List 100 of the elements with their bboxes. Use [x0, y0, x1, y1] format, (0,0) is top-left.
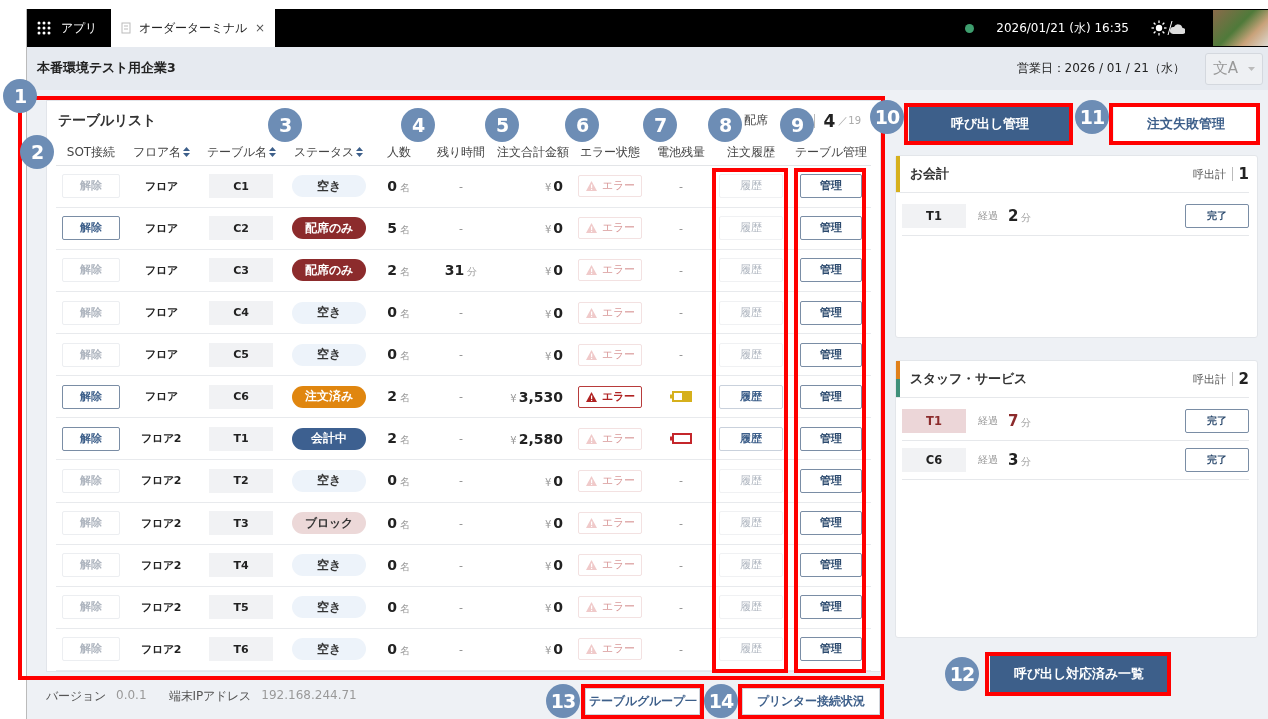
guest-count: 0 名: [387, 177, 410, 195]
floor-name: フロア: [144, 220, 178, 236]
ip-address: 192.168.244.71: [261, 688, 357, 702]
column-header: SOT接続: [66, 143, 116, 161]
table-name: T1: [902, 204, 966, 228]
status-badge: 空き: [291, 638, 366, 661]
floor-name: フロア2: [140, 473, 182, 489]
column-header[interactable]: フロア名: [132, 143, 190, 161]
order-total: ¥0: [544, 557, 564, 574]
remaining-time: -: [459, 306, 463, 319]
history-button[interactable]: 履歴: [719, 426, 783, 451]
status-badge: 空き: [291, 343, 366, 366]
warning-icon: [585, 475, 597, 486]
elapsed-label: 経過: [978, 414, 998, 428]
battery-level: -: [679, 642, 683, 656]
status-badge: 空き: [291, 596, 366, 619]
ip-label: 端末IPアドレス: [168, 688, 252, 705]
manage-button[interactable]: 管理: [800, 342, 862, 367]
photo-placeholder: [1213, 10, 1268, 46]
call-total-label: 呼出計: [1192, 371, 1226, 387]
battery-level: -: [679, 306, 683, 319]
column-header[interactable]: テーブル名: [206, 143, 276, 161]
manage-button[interactable]: 管理: [800, 511, 862, 536]
seated-count: 4: [823, 110, 836, 131]
warning-icon: [585, 181, 597, 192]
panel-tab[interactable]: 呼び出し管理: [909, 107, 1070, 141]
handled-list-button[interactable]: 呼び出し対応済み一覧: [990, 656, 1168, 692]
table-total: ／19: [838, 113, 861, 128]
remaining-time: -: [459, 474, 463, 488]
warning-icon: [585, 644, 597, 655]
warning-icon: [585, 433, 597, 444]
manage-button[interactable]: 管理: [800, 384, 862, 409]
manage-button[interactable]: 管理: [800, 426, 862, 451]
order-total: ¥0: [544, 472, 564, 489]
remaining-time: -: [459, 432, 463, 446]
manage-button[interactable]: 管理: [800, 637, 862, 662]
battery-level: -: [679, 600, 683, 614]
error-button[interactable]: エラー: [578, 385, 642, 408]
table-name: C3: [209, 258, 273, 283]
release-button[interactable]: 解除: [62, 384, 120, 409]
floor-name: フロア2: [140, 641, 182, 657]
guest-count: 2 名: [387, 261, 410, 279]
status-badge: 空き: [291, 175, 366, 198]
panel-tab[interactable]: 注文失敗管理: [1114, 107, 1257, 141]
manage-button[interactable]: 管理: [800, 216, 862, 241]
warning-icon: [585, 265, 597, 276]
call-total: 2: [1238, 370, 1249, 388]
status-badge: 会計中: [291, 427, 366, 450]
floor-name: フロア: [144, 347, 178, 363]
app-tab[interactable]: オーダーターミナル ×: [111, 9, 276, 47]
floor-name: フロア: [144, 178, 178, 194]
table-name: C2: [209, 216, 273, 241]
app-menu-label[interactable]: アプリ: [61, 19, 97, 37]
column-header: 注文履歴: [727, 143, 775, 161]
release-button[interactable]: 解除: [62, 426, 120, 451]
column-header: 人数: [386, 143, 411, 161]
floor-name: フロア2: [140, 431, 182, 447]
manage-button[interactable]: 管理: [800, 258, 862, 283]
complete-button[interactable]: 完了: [1185, 409, 1249, 433]
guest-count: 0 名: [387, 514, 410, 532]
sun-cloud-icon: [1151, 19, 1185, 37]
order-total: ¥0: [544, 304, 564, 321]
warning-icon: [585, 307, 597, 318]
manage-button[interactable]: 管理: [800, 553, 862, 578]
status-badge: ブロック: [291, 512, 366, 535]
call-total: 1: [1238, 165, 1249, 183]
elapsed-minutes: 2 分: [1008, 207, 1032, 225]
panel-title: テーブルリスト: [58, 111, 156, 130]
guest-count: 0 名: [387, 598, 410, 616]
manage-button[interactable]: 管理: [800, 174, 862, 199]
callout-number: 1: [3, 79, 37, 113]
business-day: 営業日：2026 / 01 / 21（水）: [1016, 60, 1185, 77]
footer-button[interactable]: テーブルグループ一: [585, 688, 700, 715]
close-button[interactable]: ×: [255, 21, 266, 35]
order-total: ¥0: [544, 346, 564, 363]
table-name: T1: [902, 409, 966, 433]
group-title: お会計: [910, 165, 949, 183]
complete-button[interactable]: 完了: [1185, 448, 1249, 472]
manage-button[interactable]: 管理: [800, 595, 862, 620]
battery-level: -: [679, 474, 683, 488]
table-name: C6: [209, 384, 273, 409]
table-name: T5: [209, 595, 273, 620]
footer-button[interactable]: プリンター接続状況: [742, 688, 880, 715]
column-header: 残り時間: [437, 143, 485, 161]
complete-button[interactable]: 完了: [1185, 204, 1249, 228]
history-button[interactable]: 履歴: [719, 384, 783, 409]
remaining-time: -: [459, 348, 463, 362]
group-title: スタッフ・サービス: [910, 370, 1027, 388]
floor-name: フロア: [144, 389, 178, 405]
battery-level: -: [679, 263, 683, 277]
release-button[interactable]: 解除: [62, 216, 120, 241]
manage-button[interactable]: 管理: [800, 300, 862, 325]
elapsed-minutes: 7 分: [1008, 412, 1032, 430]
column-header[interactable]: ステータス: [294, 143, 363, 161]
order-total: ¥0: [544, 599, 564, 616]
manage-button[interactable]: 管理: [800, 468, 862, 493]
order-total: ¥0: [544, 515, 564, 532]
column-header: 注文合計金額: [496, 143, 569, 161]
warning-icon: [585, 223, 597, 234]
table-name: T3: [209, 511, 273, 536]
